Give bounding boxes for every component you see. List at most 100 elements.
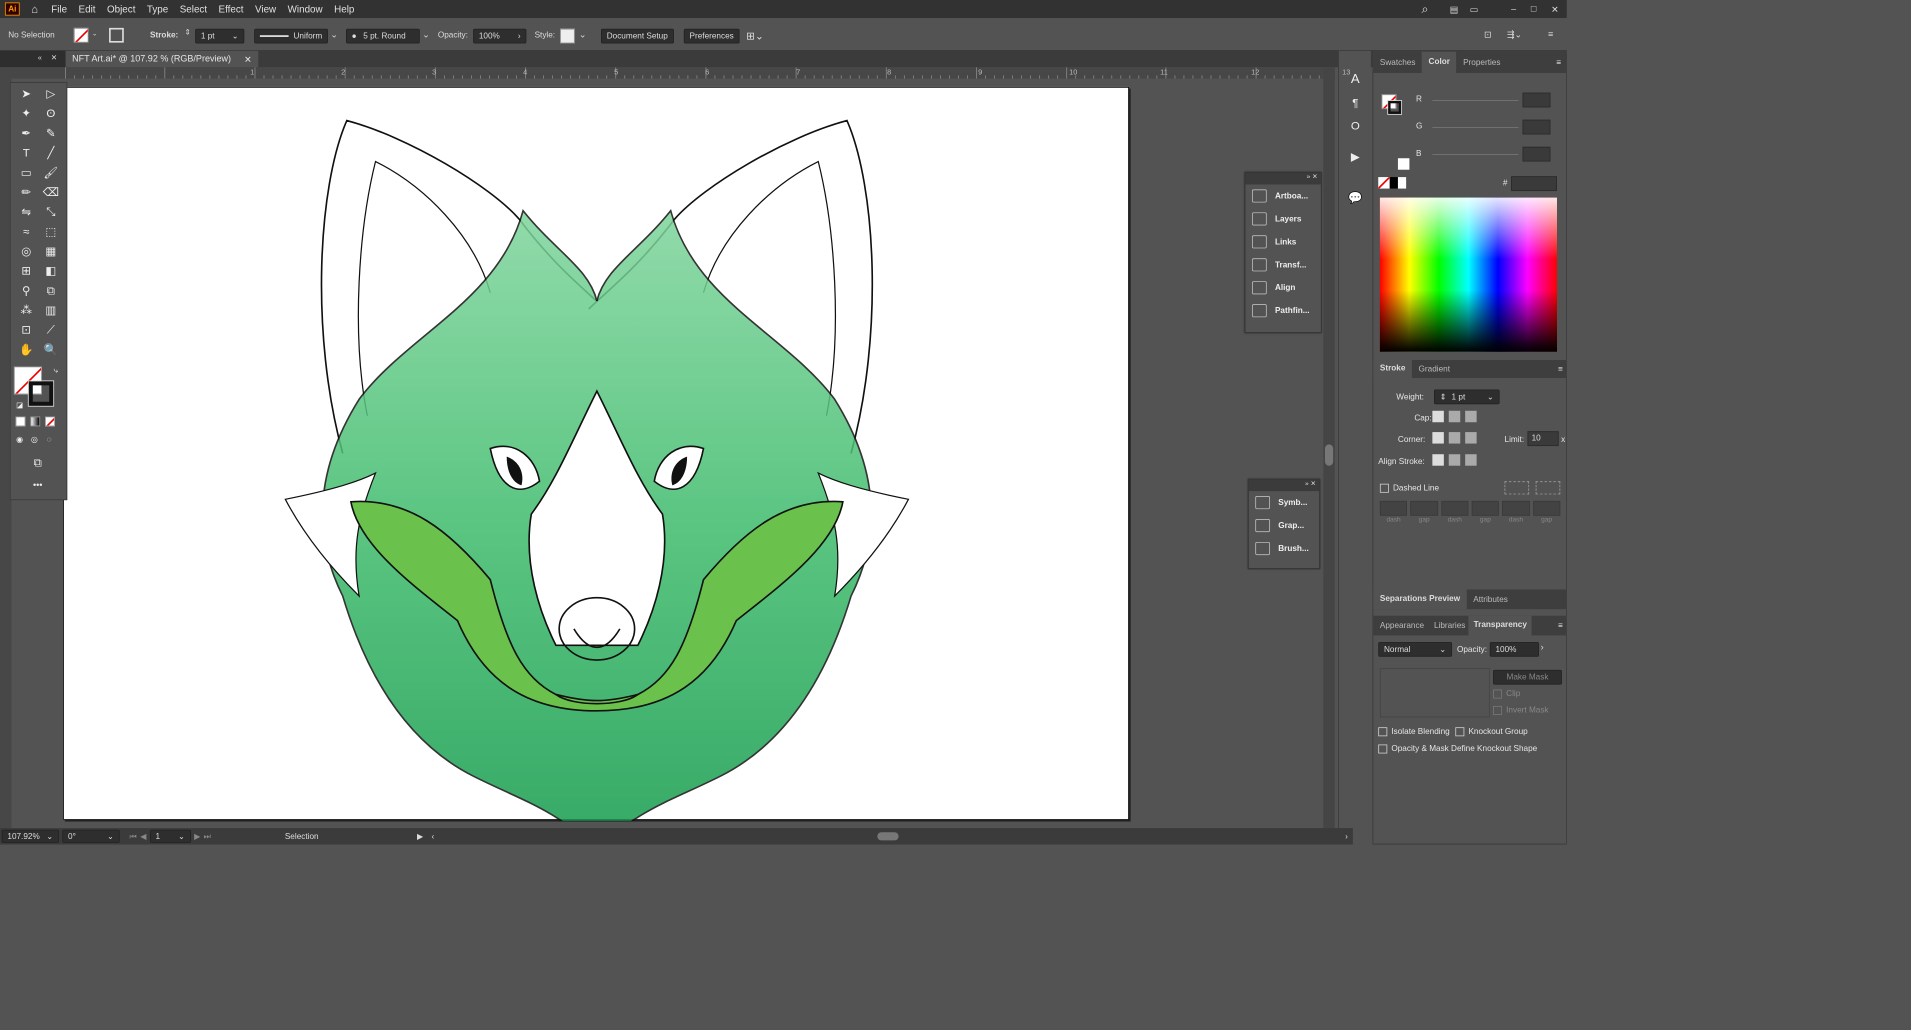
pen-tool-icon[interactable]: ✒	[17, 124, 35, 142]
menu-edit[interactable]: Edit	[79, 3, 96, 14]
fill-dropdown-icon[interactable]: ⌄	[92, 30, 97, 37]
align-outside-icon[interactable]	[1465, 454, 1477, 466]
color-mode-icon[interactable]	[15, 416, 26, 427]
canvas-area[interactable]	[11, 78, 1324, 845]
zoom-level-field[interactable]: 107.92% ⌄	[1, 829, 60, 843]
r-value-field[interactable]	[1522, 92, 1551, 108]
dash-field-3[interactable]	[1502, 500, 1530, 516]
menu-view[interactable]: View	[255, 3, 276, 14]
tab-stroke[interactable]: Stroke	[1373, 359, 1412, 378]
free-transform-icon[interactable]: ⬚	[42, 222, 60, 240]
panel-align[interactable]: Align	[1245, 276, 1320, 299]
width-tool-icon[interactable]: ≈	[17, 222, 35, 240]
isolate-blending-checkbox[interactable]: Isolate Blending	[1378, 727, 1450, 736]
first-artboard-icon[interactable]: ⏮	[130, 832, 137, 841]
panel-menu-icon[interactable]: ≡	[1548, 30, 1553, 40]
arrange-documents-icon[interactable]: ▤	[1450, 4, 1459, 15]
align-center-icon[interactable]	[1432, 454, 1444, 466]
preferences-button[interactable]: Preferences	[683, 28, 740, 44]
screen-mode-icon[interactable]: ⧉	[29, 453, 47, 471]
opacity-arrow-icon[interactable]: ›	[1541, 643, 1544, 653]
rotate-view-field[interactable]: 0° ⌄	[62, 829, 120, 843]
white-swatch[interactable]	[1397, 158, 1410, 170]
magic-wand-icon[interactable]: ✦	[17, 104, 35, 122]
tab-appearance[interactable]: Appearance	[1373, 621, 1430, 630]
gradient-mode-icon[interactable]	[30, 416, 41, 427]
hex-field[interactable]	[1511, 176, 1557, 192]
miter-join-icon[interactable]	[1432, 432, 1444, 444]
panel-pathfinder[interactable]: Pathfin...	[1245, 299, 1320, 322]
selection-tool-icon[interactable]: ➤	[17, 84, 35, 102]
rectangle-tool-icon[interactable]: ▭	[17, 163, 35, 181]
dash-field-1[interactable]	[1379, 500, 1408, 516]
style-dropdown-icon[interactable]: ⌄	[579, 30, 587, 40]
artboard-number-field[interactable]: 1 ⌄	[149, 829, 191, 843]
menu-type[interactable]: Type	[147, 3, 168, 14]
menu-effect[interactable]: Effect	[219, 3, 244, 14]
panel-transform[interactable]: Transf...	[1245, 253, 1320, 276]
symbol-sprayer-icon[interactable]: ⁂	[17, 301, 35, 319]
invert-mask-checkbox[interactable]: Invert Mask	[1493, 705, 1549, 715]
make-mask-button[interactable]: Make Mask	[1493, 669, 1562, 685]
direct-selection-tool-icon[interactable]: ▷	[42, 84, 60, 102]
scroll-left-icon[interactable]: ‹	[431, 832, 434, 841]
minimize-icon[interactable]: –	[1511, 4, 1516, 14]
transform-icon[interactable]: ⊡	[1484, 30, 1492, 40]
line-tool-icon[interactable]: ╱	[42, 143, 60, 161]
menu-file[interactable]: File	[51, 3, 67, 14]
tab-libraries[interactable]: Libraries	[1431, 621, 1469, 630]
gap-field-1[interactable]	[1410, 500, 1438, 516]
limit-field[interactable]: 10	[1527, 431, 1559, 447]
r-slider[interactable]	[1432, 100, 1519, 101]
paintbrush-tool-icon[interactable]: 🖌	[42, 163, 60, 181]
scale-tool-icon[interactable]: ⤡	[42, 203, 60, 221]
blend-tool-icon[interactable]: ⧉	[42, 281, 60, 299]
stroke-color-box[interactable]	[27, 380, 55, 407]
white-swatch-2[interactable]	[1397, 177, 1407, 189]
gradient-tool-icon[interactable]: ◧	[42, 262, 60, 280]
eraser-tool-icon[interactable]: ⌫	[42, 183, 60, 201]
align-inside-icon[interactable]	[1448, 454, 1461, 466]
tab-swatches[interactable]: Swatches	[1373, 58, 1422, 67]
panel-brushes[interactable]: Brush...	[1249, 537, 1320, 560]
close-icon[interactable]: ✕	[51, 53, 57, 62]
collapse-icon[interactable]: «	[38, 53, 42, 61]
projecting-cap-icon[interactable]	[1465, 410, 1477, 423]
draw-inside-icon[interactable]: ◌	[40, 430, 58, 448]
default-colors-icon[interactable]: ◪	[11, 396, 29, 414]
panel-links[interactable]: Links	[1245, 230, 1320, 253]
eyedropper-icon[interactable]: ⚲	[17, 281, 35, 299]
tab-transparency[interactable]: Transparency	[1468, 615, 1532, 636]
next-artboard-icon[interactable]: ▶	[194, 832, 200, 841]
prev-artboard-icon[interactable]: ◀	[140, 832, 146, 841]
dashed-line-checkbox[interactable]: Dashed Line	[1379, 483, 1439, 493]
column-graph-icon[interactable]: ▥	[42, 301, 60, 319]
gap-field-2[interactable]	[1471, 500, 1500, 516]
tab-gradient[interactable]: Gradient	[1412, 364, 1457, 373]
menu-help[interactable]: Help	[334, 3, 354, 14]
none-mode-icon[interactable]	[45, 416, 55, 427]
none-color-swatch[interactable]	[1378, 177, 1390, 189]
brush-definition[interactable]: ● 5 pt. Round	[345, 28, 420, 44]
blend-mode-select[interactable]: Normal ⌄	[1378, 641, 1453, 657]
profile-dropdown-icon[interactable]: ⌄	[330, 30, 338, 40]
knockout-group-checkbox[interactable]: Knockout Group	[1455, 727, 1528, 736]
stroke-weight-input[interactable]: 1 pt ⌄	[195, 28, 245, 44]
status-menu-icon[interactable]: ▶	[417, 832, 423, 841]
g-value-field[interactable]	[1522, 119, 1551, 135]
comments-icon[interactable]: 💬	[1346, 189, 1364, 207]
menu-object[interactable]: Object	[107, 3, 135, 14]
bevel-join-icon[interactable]	[1465, 432, 1477, 444]
variable-width-profile[interactable]: Uniform	[254, 28, 328, 44]
panel-layers[interactable]: Layers	[1245, 207, 1320, 230]
document-setup-button[interactable]: Document Setup	[600, 28, 674, 44]
lasso-icon[interactable]: ʘ	[42, 104, 60, 122]
workspace-icon[interactable]: ▭	[1470, 4, 1479, 15]
panel-symbols[interactable]: Symb...	[1249, 491, 1320, 514]
color-spectrum[interactable]	[1379, 197, 1557, 352]
tab-separations-preview[interactable]: Separations Preview	[1373, 589, 1467, 610]
slice-tool-icon[interactable]: ⟋	[42, 321, 60, 339]
menu-window[interactable]: Window	[288, 3, 323, 14]
type-tool-icon[interactable]: T	[17, 143, 35, 161]
paragraph-icon[interactable]: ¶	[1346, 93, 1364, 111]
